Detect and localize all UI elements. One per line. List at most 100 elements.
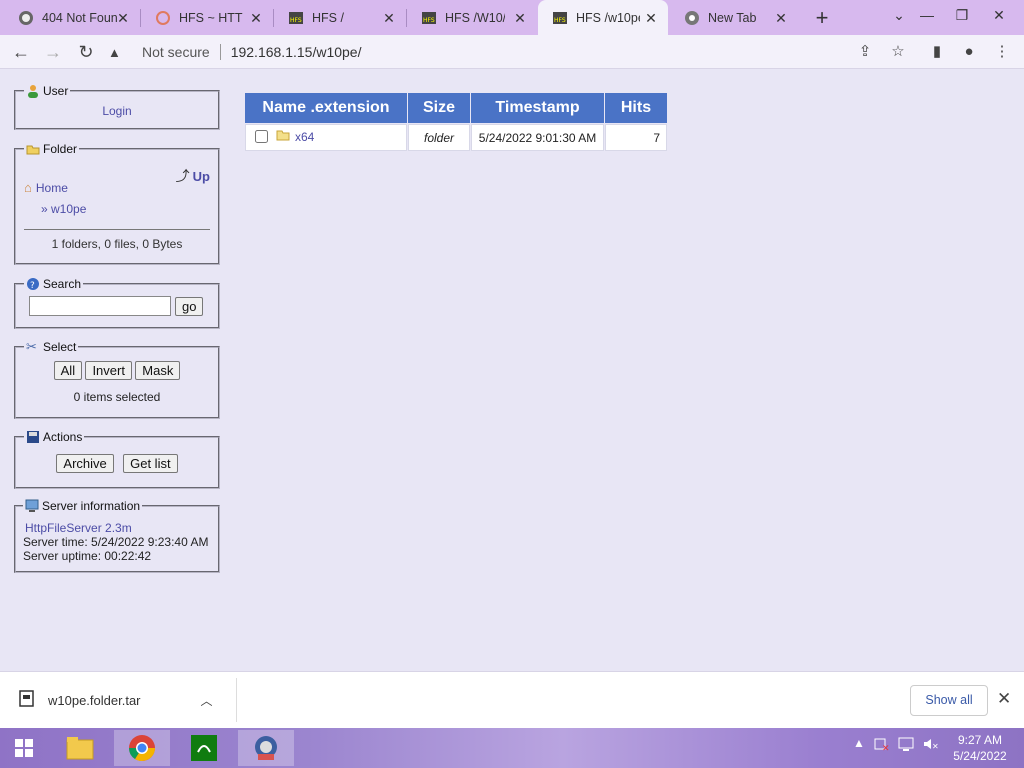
user-icon	[26, 84, 40, 98]
windows-start-icon[interactable]	[0, 730, 48, 766]
name-cell: x64	[245, 124, 407, 151]
login-link[interactable]: Login	[102, 104, 131, 118]
go-button[interactable]: go	[175, 296, 204, 316]
tab-404[interactable]: 404 Not Found ✕	[4, 0, 140, 35]
select-legend: ✂ Select	[24, 339, 78, 355]
folder-panel: Folder ⤴ Up ⌂ Home » w10pe 1 folders, 0 …	[14, 142, 220, 265]
show-all-button[interactable]: Show all	[910, 685, 988, 716]
svg-text:✕: ✕	[932, 742, 938, 751]
tab-hfs-server[interactable]: HFS ~ HTTP File Server ✕	[141, 0, 273, 35]
mask-button[interactable]: Mask	[135, 361, 181, 380]
chevron-up-icon[interactable]: ︿	[201, 692, 213, 709]
download-filename[interactable]: w10pe.folder.tar	[48, 693, 141, 708]
select-all-button[interactable]: All	[53, 361, 83, 380]
close-icon[interactable]: ✕	[382, 10, 396, 27]
close-icon[interactable]: ✕	[513, 10, 527, 27]
tab-title: HFS /W10/	[445, 10, 505, 25]
archive-button[interactable]: Archive	[56, 454, 114, 473]
search-legend: ? Search	[24, 277, 83, 291]
warning-icon[interactable]: ▲	[108, 45, 130, 60]
tab-title: 404 Not Found	[42, 10, 118, 25]
name-column-header[interactable]: Name .extension	[245, 93, 407, 123]
scissors-icon: ✂	[26, 339, 37, 354]
url-text[interactable]: 192.168.1.15/w10pe/	[231, 44, 362, 60]
tab-new-tab[interactable]: New Tab ✕	[670, 0, 798, 35]
xbox-icon[interactable]	[176, 730, 232, 766]
search-panel: ? Search go	[14, 277, 220, 329]
window-close-icon[interactable]: ✕	[982, 0, 1016, 30]
computer-icon	[25, 499, 39, 513]
server-legend: Server information	[23, 499, 142, 513]
folder-legend: Folder	[24, 142, 79, 156]
forward-icon[interactable]: →	[41, 40, 65, 64]
search-legend-label: Search	[43, 277, 82, 291]
get-list-button[interactable]: Get list	[123, 454, 178, 473]
folder-summary: 1 folders, 0 files, 0 Bytes	[51, 237, 183, 251]
side-panel-icon[interactable]: ▮	[925, 40, 949, 64]
close-icon[interactable]: ✕	[249, 10, 263, 27]
bookmark-star-icon[interactable]: ☆	[886, 40, 910, 64]
tab-title: HFS ~ HTTP File Server	[179, 10, 243, 25]
restore-icon[interactable]: ❐	[945, 0, 979, 30]
chrome-taskbar-icon[interactable]	[114, 730, 170, 766]
minimize-icon[interactable]: —	[910, 0, 944, 30]
share-icon[interactable]: ⇪	[853, 40, 877, 64]
download-item[interactable]: w10pe.folder.tar ︿	[18, 690, 213, 711]
up-button[interactable]: ⤴ Up	[176, 166, 210, 186]
folder-icon	[276, 129, 290, 144]
timestamp-cell: 5/24/2022 9:01:30 AM	[471, 124, 604, 151]
taskbar-clock[interactable]: 9:27 AM 5/24/2022	[948, 732, 1012, 764]
tray-overflow-icon[interactable]: ▲	[853, 736, 865, 750]
hfs-version-link[interactable]: HttpFileServer 2.3m	[25, 521, 132, 535]
user-panel: User Login	[14, 84, 220, 130]
svg-text:HFS: HFS	[554, 17, 566, 24]
up-link[interactable]: Up	[193, 169, 210, 184]
close-icon[interactable]: ✕	[644, 10, 658, 27]
timestamp-column-header[interactable]: Timestamp	[471, 93, 604, 123]
reload-icon[interactable]: ↻	[74, 40, 98, 64]
selection-status: 0 items selected	[73, 390, 161, 404]
user-legend-label: User	[43, 84, 69, 98]
home-link[interactable]: Home	[36, 181, 68, 195]
row-checkbox[interactable]	[255, 130, 268, 143]
table-header-row: Name .extension Size Timestamp Hits	[245, 93, 667, 123]
new-tab-icon[interactable]: +	[810, 5, 834, 31]
profile-icon[interactable]: ●	[957, 40, 981, 64]
close-icon[interactable]: ✕	[774, 10, 788, 27]
security-label[interactable]: Not secure	[142, 44, 210, 60]
back-icon[interactable]: ←	[9, 40, 33, 64]
size-column-header[interactable]: Size	[408, 93, 470, 123]
page-content: User Login Folder ⤴ Up ⌂ Home » w10pe 1 …	[0, 70, 1024, 671]
tab-hfs-root[interactable]: HFS HFS / ✕	[274, 0, 406, 35]
up-arrow-icon: ⤴	[175, 168, 190, 184]
svg-text:✕: ✕	[882, 744, 890, 752]
close-download-bar-icon[interactable]: ✕	[997, 689, 1011, 709]
menu-icon[interactable]: ⋮	[990, 40, 1014, 64]
file-link[interactable]: x64	[295, 130, 314, 144]
actions-legend: Actions	[24, 430, 84, 444]
browser-toolbar: ← → ↻ ▲ Not secure 192.168.1.15/w10pe/ ⇪…	[0, 35, 1024, 69]
network-icon[interactable]: ✕	[874, 736, 890, 755]
current-folder-link[interactable]: » w10pe	[41, 202, 86, 216]
tab-hfs-w10[interactable]: HFS HFS /W10/ ✕	[407, 0, 537, 35]
hits-cell: 7	[605, 124, 667, 151]
tab-hfs-w10pe[interactable]: HFS HFS /w10pe/ ✕	[538, 0, 668, 35]
hfs-logo-icon: HFS	[421, 10, 437, 26]
invert-button[interactable]: Invert	[85, 361, 132, 380]
volume-muted-icon[interactable]: ✕	[922, 736, 939, 755]
hfs-taskbar-icon[interactable]	[238, 730, 294, 766]
home-icon: ⌂	[24, 180, 32, 195]
clock-time: 9:27 AM	[957, 733, 1003, 747]
chrome-icon	[684, 10, 700, 26]
hits-column-header[interactable]: Hits	[605, 93, 667, 123]
server-info-panel: Server information HttpFileServer 2.3m S…	[14, 499, 220, 573]
spinner-icon	[155, 10, 171, 26]
save-disk-icon	[26, 430, 40, 444]
display-icon[interactable]	[898, 736, 914, 755]
close-icon[interactable]: ✕	[116, 10, 130, 27]
address-bar[interactable]: ▲ Not secure 192.168.1.15/w10pe/	[108, 38, 888, 66]
help-icon: ?	[26, 277, 40, 291]
search-input[interactable]	[29, 296, 171, 316]
file-explorer-icon[interactable]	[52, 730, 108, 766]
select-legend-label: Select	[43, 340, 77, 354]
